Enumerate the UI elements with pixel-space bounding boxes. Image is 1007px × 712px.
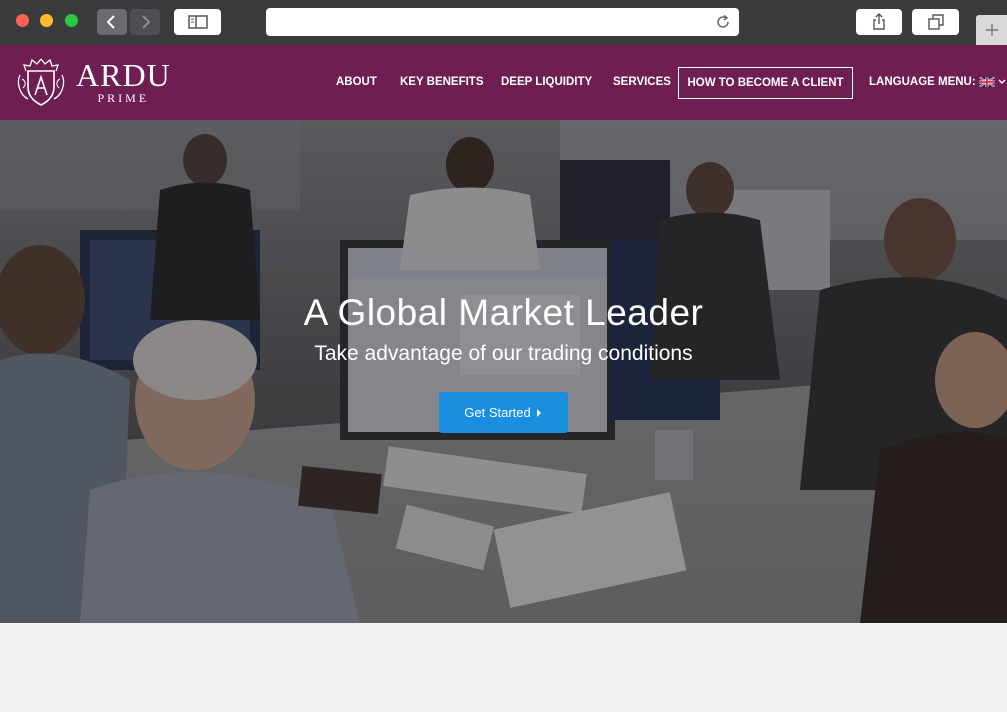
language-menu-label: LANGUAGE MENU: [869, 76, 976, 88]
tabs-icon [927, 14, 944, 30]
get-started-button[interactable]: Get Started [439, 392, 568, 433]
brand-name: ARDU [76, 57, 171, 93]
crest-icon [17, 58, 65, 106]
chevron-right-icon [142, 15, 151, 29]
minimize-window-button[interactable] [40, 14, 53, 27]
close-window-button[interactable] [16, 14, 29, 27]
plus-icon [985, 24, 998, 36]
share-icon [873, 13, 885, 30]
nav-item-services[interactable]: SERVICES [613, 76, 671, 88]
hero-overlay [0, 120, 1007, 623]
reload-icon[interactable] [715, 14, 731, 30]
forward-button[interactable] [130, 9, 160, 35]
site-header: ARDU PRIME ABOUT KEY BENEFITS DEEP LIQUI… [0, 45, 1007, 120]
brand-wordmark: ARDU PRIME [76, 59, 171, 105]
nav-item-deep-liquidity[interactable]: DEEP LIQUIDITY [501, 76, 592, 88]
language-menu[interactable]: LANGUAGE MENU: [869, 76, 1006, 88]
nav-item-key-benefits[interactable]: KEY BENEFITS [400, 76, 484, 88]
address-bar[interactable] [266, 8, 739, 36]
chevron-down-icon [998, 79, 1006, 84]
share-button[interactable] [856, 9, 902, 35]
nav-item-about[interactable]: ABOUT [336, 76, 377, 88]
brand-subname: PRIME [97, 91, 150, 105]
browser-toolbar [0, 0, 1007, 45]
new-tab-button[interactable] [976, 15, 1007, 45]
get-started-label: Get Started [464, 405, 531, 420]
maximize-window-button[interactable] [65, 14, 78, 27]
uk-flag-icon [978, 77, 995, 87]
content-area [0, 623, 1007, 712]
become-client-button[interactable]: HOW TO BECOME A CLIENT [678, 67, 853, 99]
show-tabs-button[interactable] [912, 9, 959, 35]
hero-title: A Global Market Leader [303, 292, 704, 333]
sidebar-toggle-button[interactable] [174, 9, 221, 35]
chevron-left-icon [106, 15, 115, 29]
caret-right-icon [536, 408, 541, 417]
brand-logo[interactable]: ARDU PRIME [14, 55, 171, 109]
hero-subtitle: Take advantage of our trading conditions [314, 342, 693, 365]
become-client-label: HOW TO BECOME A CLIENT [687, 77, 844, 89]
sidebar-icon [187, 15, 208, 29]
back-button[interactable] [97, 9, 127, 35]
hero-section: A Global Market Leader Take advantage of… [0, 120, 1007, 623]
